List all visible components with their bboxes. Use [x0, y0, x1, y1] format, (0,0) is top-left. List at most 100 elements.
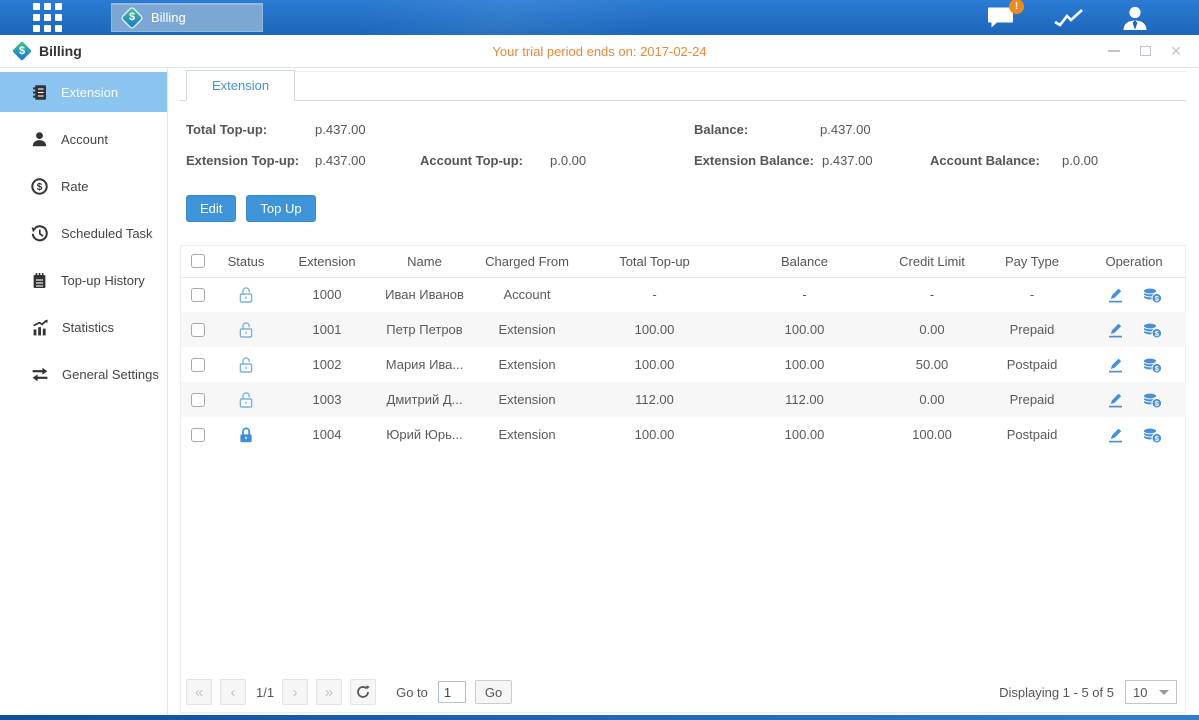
topup-row-icon[interactable]: $	[1141, 356, 1163, 374]
maximize-icon[interactable]	[1138, 44, 1152, 58]
cell-name: Петр Петров	[377, 312, 472, 347]
cell-balance: 100.00	[727, 312, 882, 347]
desktop-screen: $ Billing !	[0, 0, 1199, 720]
goto-label: Go to	[396, 685, 428, 700]
account-balance-value: p.0.00	[1062, 153, 1098, 168]
sidebar-item-label: General Settings	[62, 367, 159, 382]
prev-page-button[interactable]: ‹	[220, 679, 246, 705]
cell-balance: 100.00	[727, 347, 882, 382]
col-status: Status	[215, 246, 277, 277]
sidebar-item-extension[interactable]: Extension	[0, 72, 167, 112]
chevron-down-icon	[1159, 690, 1169, 695]
billing-sidebar: Extension Account $ Rate	[0, 68, 168, 715]
extension-page: Extension Total Top-up: p.437.00 Balance…	[168, 68, 1199, 715]
resource-monitor-icon[interactable]	[1052, 6, 1085, 30]
lock-open-icon	[238, 286, 254, 304]
tab-strip: Extension	[180, 70, 1186, 101]
col-charged-from: Charged From	[472, 246, 582, 277]
sidebar-item-label: Extension	[61, 85, 118, 100]
table-row: 1000 Иван Иванов Account - - - -	[181, 277, 1186, 312]
cell-charged-from: Extension	[472, 312, 582, 347]
row-checkbox[interactable]	[191, 428, 205, 442]
sidebar-item-label: Top-up History	[61, 273, 145, 288]
account-topup-label: Account Top-up:	[420, 153, 523, 168]
lock-open-icon	[238, 391, 254, 409]
first-page-button[interactable]: «	[186, 679, 212, 705]
row-checkbox[interactable]	[191, 288, 205, 302]
edit-row-icon[interactable]	[1106, 285, 1125, 304]
cell-charged-from: Extension	[472, 382, 582, 417]
sidebar-item-general-settings[interactable]: General Settings	[0, 354, 167, 394]
refresh-button[interactable]	[350, 679, 376, 705]
cell-pay-type: Prepaid	[982, 382, 1082, 417]
cell-credit-limit: 0.00	[882, 312, 982, 347]
cell-extension: 1000	[277, 277, 377, 312]
cell-credit-limit: 0.00	[882, 382, 982, 417]
col-total-topup: Total Top-up	[582, 246, 727, 277]
extension-balance-label: Extension Balance:	[694, 153, 814, 168]
minimize-icon[interactable]	[1107, 44, 1121, 58]
topup-row-icon[interactable]: $	[1141, 426, 1163, 444]
window-titlebar: $ Billing Your trial period ends on: 201…	[0, 35, 1199, 68]
goto-page-input[interactable]	[438, 681, 466, 703]
select-all-checkbox[interactable]	[191, 254, 205, 268]
cell-credit-limit: -	[882, 277, 982, 312]
row-checkbox[interactable]	[191, 393, 205, 407]
col-credit-limit: Credit Limit	[882, 246, 982, 277]
extension-icon	[31, 84, 48, 101]
row-checkbox[interactable]	[191, 323, 205, 337]
sidebar-item-account[interactable]: Account	[0, 119, 167, 159]
topup-row-icon[interactable]: $	[1141, 391, 1163, 409]
balance-value: p.437.00	[820, 122, 871, 137]
total-topup-label: Total Top-up:	[186, 122, 267, 137]
cell-name: Иван Иванов	[377, 277, 472, 312]
col-extension: Extension	[277, 246, 377, 277]
billing-app-icon: $	[12, 41, 32, 61]
next-page-button[interactable]: ›	[282, 679, 308, 705]
taskbar-billing-tab[interactable]: $ Billing	[111, 3, 263, 32]
messages-icon[interactable]: !	[987, 5, 1016, 30]
tab-strip-rest	[295, 71, 1186, 101]
tab-extension[interactable]: Extension	[186, 70, 295, 101]
row-checkbox[interactable]	[191, 358, 205, 372]
rate-icon: $	[31, 178, 48, 195]
edit-row-icon[interactable]	[1106, 355, 1125, 374]
topup-row-icon[interactable]: $	[1141, 286, 1163, 304]
extension-grid: Status Extension Name Charged From Total…	[180, 245, 1186, 713]
page-size-select[interactable]: 10	[1125, 680, 1177, 704]
cell-total-topup: 100.00	[582, 312, 727, 347]
user-account-icon[interactable]	[1121, 5, 1149, 31]
col-balance: Balance	[727, 246, 882, 277]
paging-toolbar: « ‹ 1/1 › » Go to Go Display	[181, 676, 1185, 712]
edit-row-icon[interactable]	[1106, 320, 1125, 339]
topup-history-icon	[31, 272, 48, 289]
edit-row-icon[interactable]	[1106, 425, 1125, 444]
cell-name: Юрий Юрь...	[377, 417, 472, 452]
lock-open-icon	[238, 356, 254, 374]
last-page-button[interactable]: »	[316, 679, 342, 705]
sidebar-item-label: Scheduled Task	[61, 226, 153, 241]
sidebar-item-topup-history[interactable]: Top-up History	[0, 260, 167, 300]
cell-balance: -	[727, 277, 882, 312]
summary-panel: Total Top-up: p.437.00 Balance: p.437.00…	[180, 114, 1186, 176]
sidebar-item-statistics[interactable]: Statistics	[0, 307, 167, 347]
table-header-row: Status Extension Name Charged From Total…	[181, 246, 1186, 277]
go-button[interactable]: Go	[475, 680, 512, 704]
lock-open-icon	[238, 321, 254, 339]
sidebar-item-scheduled-task[interactable]: Scheduled Task	[0, 213, 167, 253]
balance-label: Balance:	[694, 122, 748, 137]
topup-row-icon[interactable]: $	[1141, 321, 1163, 339]
billing-diamond-icon: $	[122, 8, 142, 28]
cell-total-topup: 100.00	[582, 347, 727, 382]
close-icon[interactable]: ×	[1169, 44, 1183, 58]
edit-row-icon[interactable]	[1106, 390, 1125, 409]
apps-grid-icon[interactable]	[33, 3, 63, 32]
topup-button[interactable]: Top Up	[246, 195, 315, 222]
extension-topup-label: Extension Top-up:	[186, 153, 299, 168]
edit-button[interactable]: Edit	[186, 195, 236, 222]
grid-empty-area	[181, 452, 1185, 676]
sidebar-item-rate[interactable]: $ Rate	[0, 166, 167, 206]
sidebar-item-label: Account	[61, 132, 108, 147]
general-settings-icon	[31, 366, 49, 383]
cell-extension: 1002	[277, 347, 377, 382]
